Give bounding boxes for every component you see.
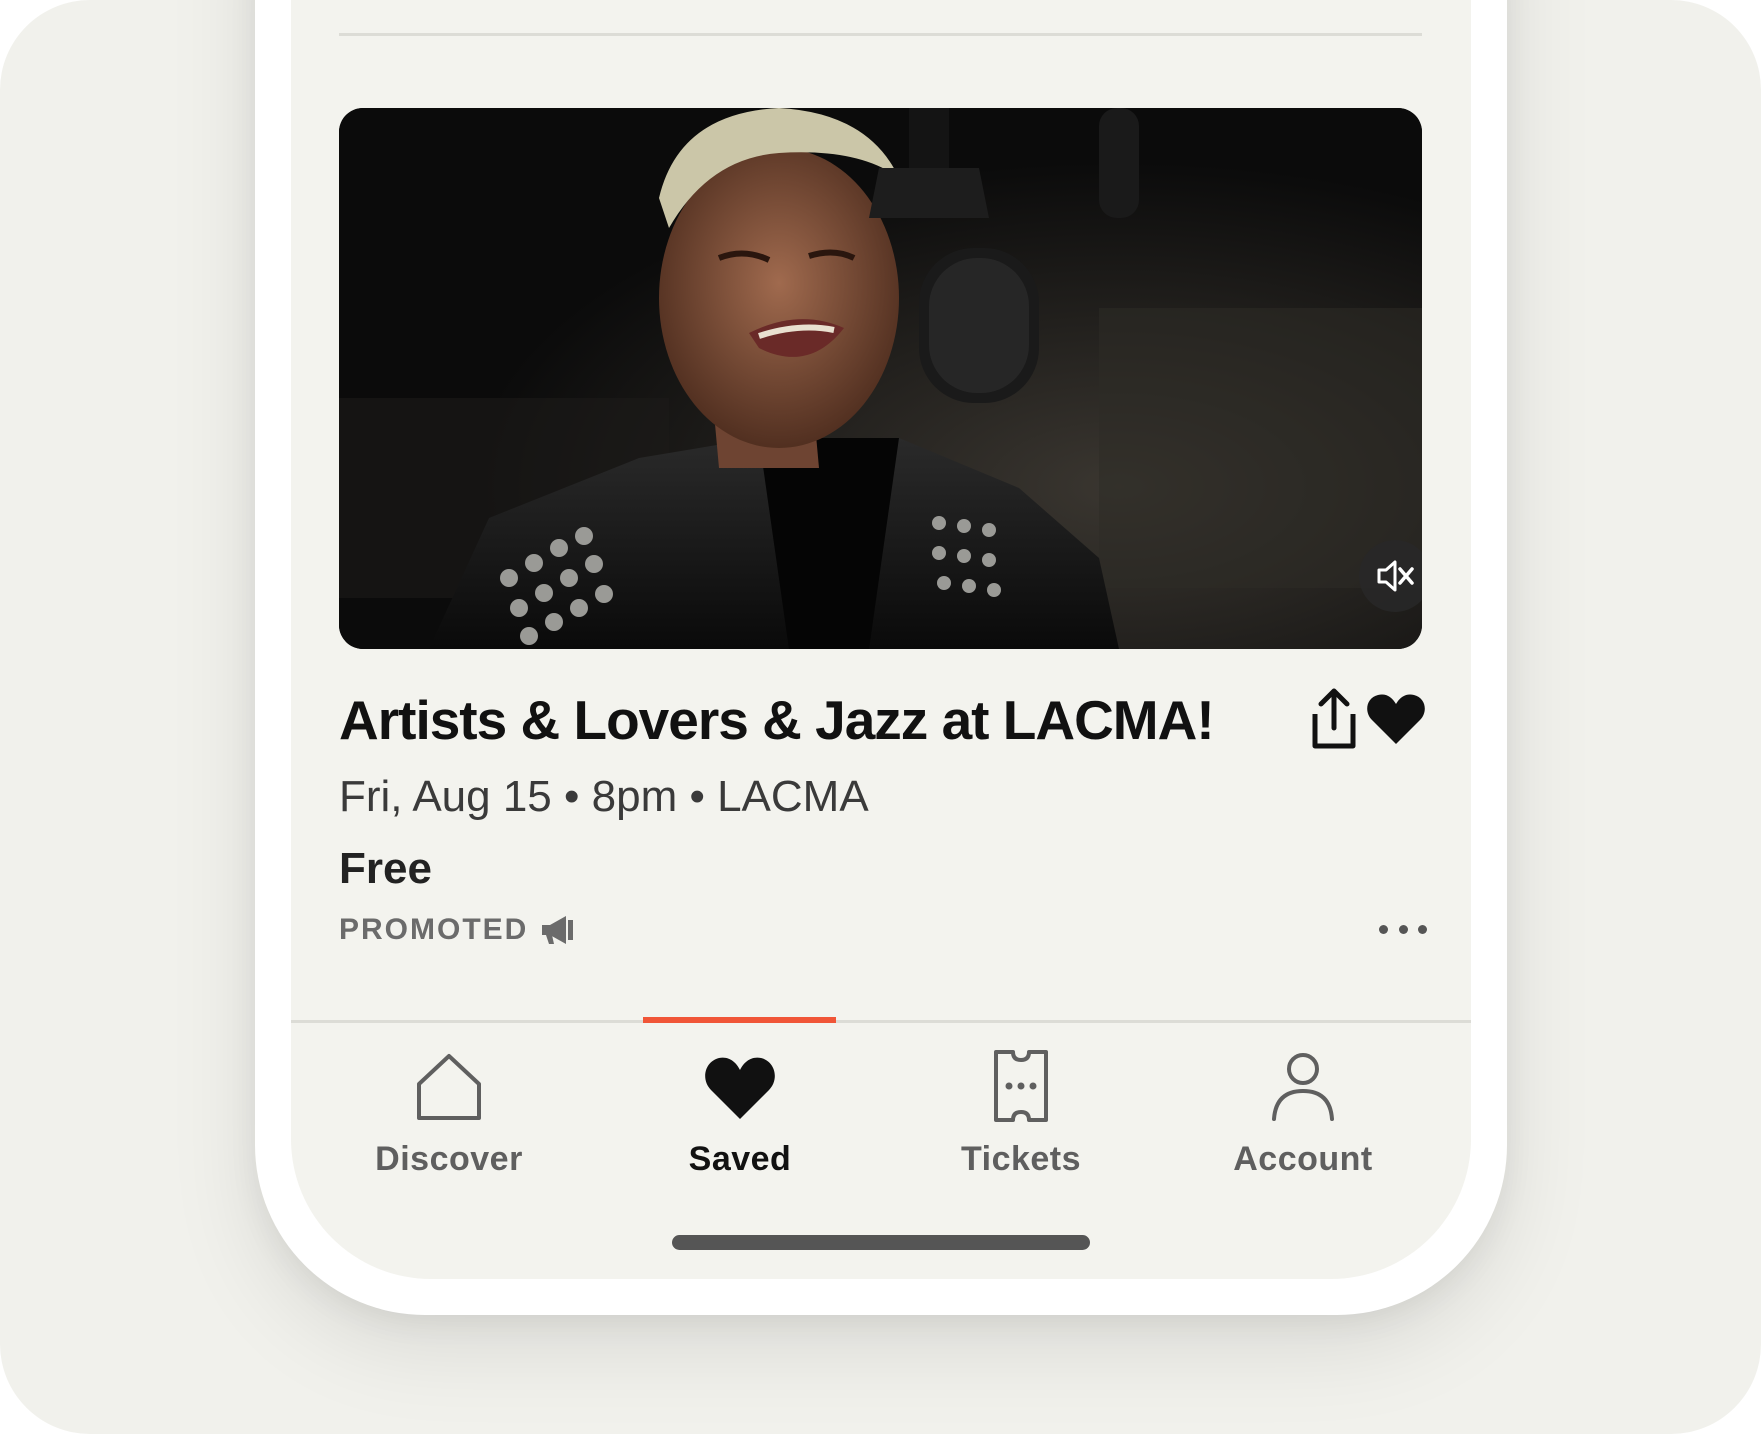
heart-icon [700,1046,780,1126]
more-options-button[interactable] [1379,914,1427,944]
tab-discover[interactable]: Discover [339,1046,559,1186]
app-backdrop: Artists & Lovers & Jazz at LACMA! Fri, A… [0,0,1761,1434]
tab-saved[interactable]: Saved [630,1046,850,1186]
more-dot [1379,924,1388,934]
tabbar-divider [291,1020,1471,1023]
tab-account[interactable]: Account [1193,1046,1413,1186]
promoted-badge: PROMOTED [339,913,574,947]
active-tab-indicator [643,1017,836,1023]
share-icon [1312,688,1356,749]
heart-icon [1367,694,1425,744]
tab-label: Discover [375,1140,523,1178]
divider [339,33,1422,36]
mute-button[interactable] [1359,540,1422,612]
tab-label: Tickets [960,1140,1082,1178]
promoted-label: PROMOTED [339,913,529,946]
more-dot [1398,924,1408,934]
event-video-frame [339,108,1422,649]
home-indicator[interactable] [672,1235,1090,1250]
more-dot [1418,924,1427,934]
tab-label: Account [1233,1140,1373,1178]
person-icon [1263,1046,1343,1126]
ticket-icon [981,1046,1061,1126]
event-title[interactable]: Artists & Lovers & Jazz at LACMA! [339,688,1215,752]
speaker-muted-icon [1377,560,1414,592]
event-datetime-location: Fri, Aug 15 • 8pm • LACMA [339,772,869,821]
save-event-button[interactable] [1363,686,1429,752]
megaphone-icon [542,916,574,944]
phone-frame: Artists & Lovers & Jazz at LACMA! Fri, A… [255,0,1507,1315]
tab-tickets[interactable]: Tickets [911,1046,1131,1186]
tab-label: Saved [688,1140,792,1178]
phone-screen: Artists & Lovers & Jazz at LACMA! Fri, A… [291,0,1471,1279]
share-button[interactable] [1301,684,1367,754]
house-icon [409,1046,489,1126]
event-video[interactable] [339,108,1422,649]
event-price: Free [339,844,432,893]
